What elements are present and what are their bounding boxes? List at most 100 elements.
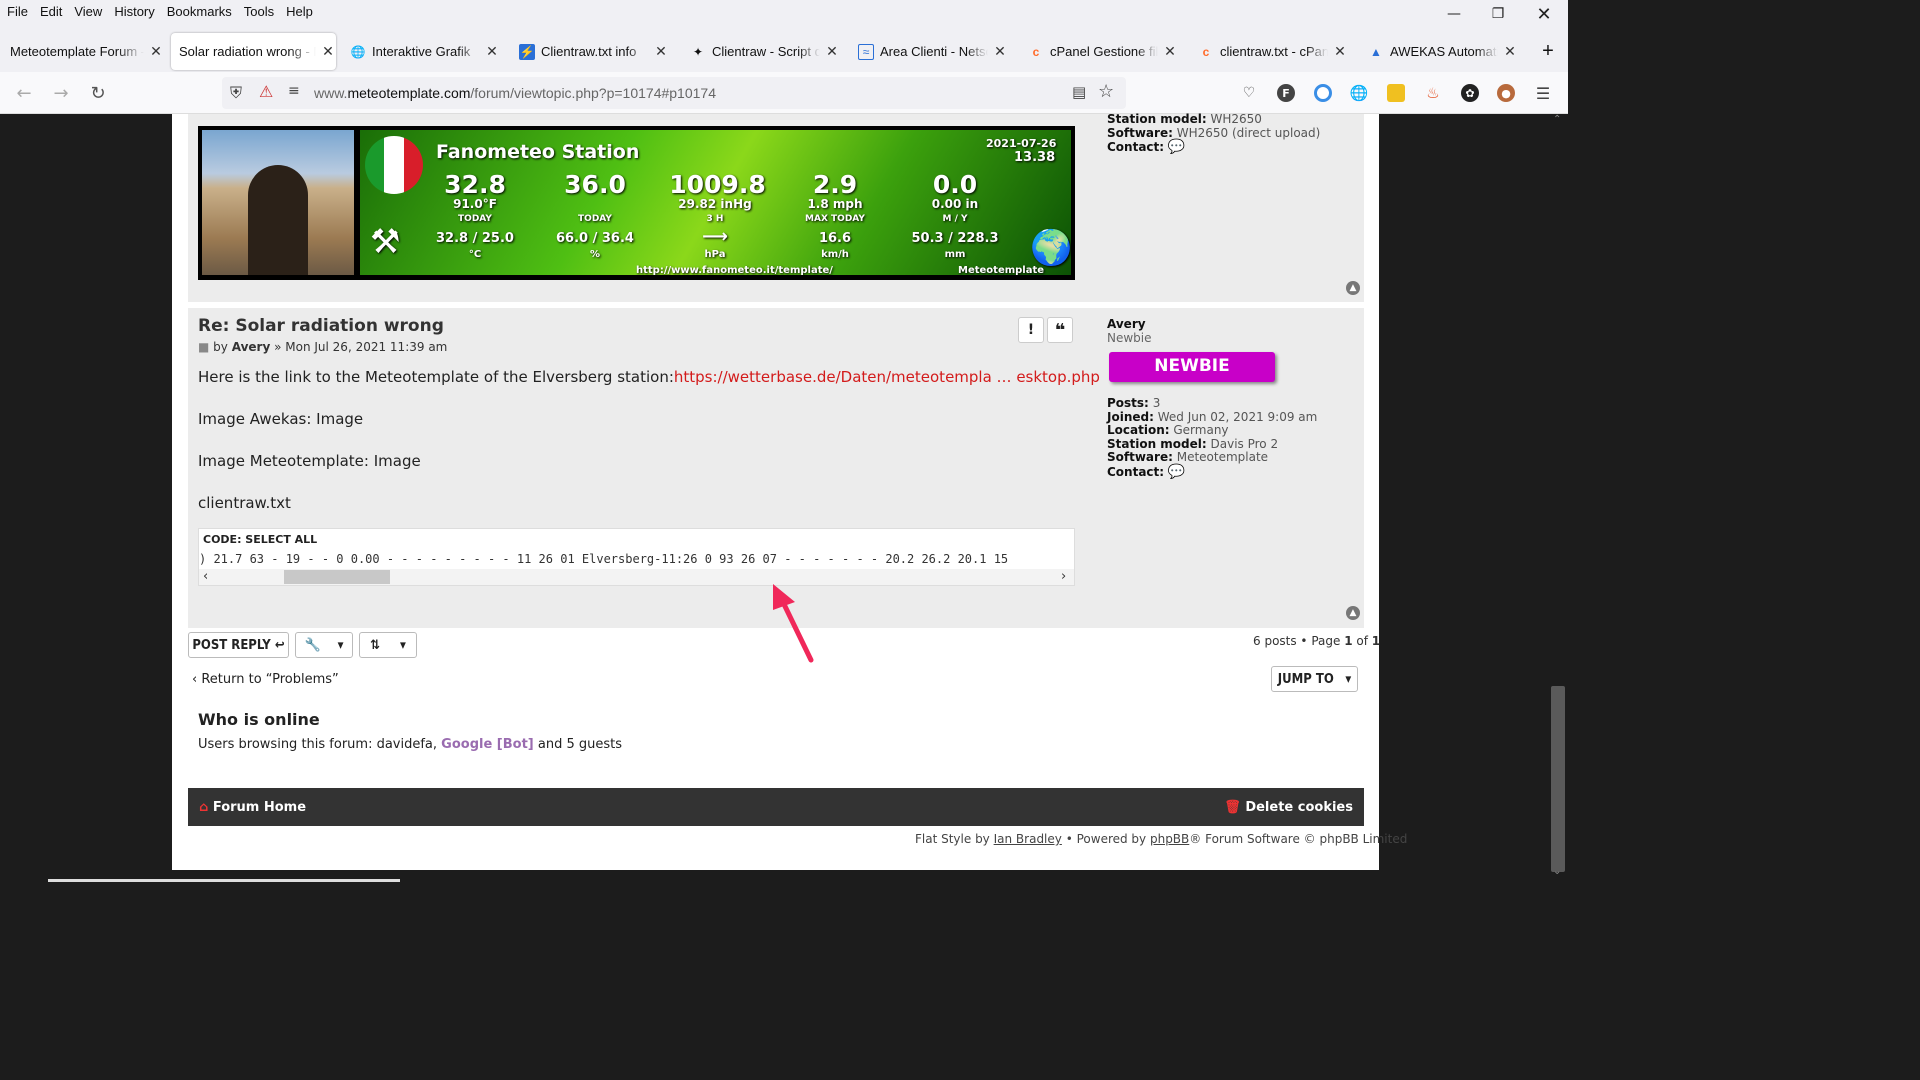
tab-close-icon[interactable]: ✕ [320,43,336,60]
extension-globe-icon[interactable]: 🌐 [1350,84,1369,102]
code-scroll-thumb[interactable] [284,570,390,584]
tab-clientraw-script[interactable]: ✦ Clientraw - Script de ✕ [684,33,840,70]
menu-edit[interactable]: Edit [35,4,67,19]
back-icon[interactable]: ← [12,81,36,105]
restore-icon[interactable]: ❐ [1476,0,1520,28]
banner-rain-my: 50.3 / 228.3 [911,231,999,246]
profile-posts[interactable]: 3 [1153,396,1161,410]
post-icon[interactable]: ■ [198,340,209,354]
banner-time: 13.38 [1014,150,1056,165]
shield-icon[interactable]: ⛨ [230,83,242,103]
profile-name[interactable]: Avery [1107,317,1152,332]
tab-meteotemplate-forum[interactable]: Meteotemplate Forum - ✕ [4,33,164,70]
post-author[interactable]: Avery [232,340,271,354]
bot-user-link[interactable]: Google [Bot] [441,737,534,752]
bookmark-star-icon[interactable]: ☆ [1098,81,1114,102]
pocket-icon[interactable]: ♡ [1240,84,1258,102]
tab-solar-radiation-wrong[interactable]: Solar radiation wrong - M ✕ [171,33,336,70]
tab-close-icon[interactable]: ✕ [992,43,1008,60]
report-button[interactable]: ! [1018,317,1044,343]
credits: Flat Style by Ian Bradley • Powered by p… [915,832,1408,846]
reader-mode-icon[interactable]: ▤ [1072,83,1086,101]
extension-cookie-icon[interactable]: ● [1497,84,1515,102]
app-menu-icon[interactable]: ☰ [1534,84,1552,103]
reload-icon[interactable]: ↻ [86,81,110,105]
tab-area-clienti[interactable]: ≈ Area Clienti - Netson ✕ [852,33,1008,70]
contact-icon[interactable]: 💬 [1168,464,1185,480]
post-meta: ■ by Avery » Mon Jul 26, 2021 11:39 am [198,340,448,354]
sort-dropdown[interactable]: ⇅ ▾ [359,632,417,658]
weather-station-icon: ⚒ [370,222,401,262]
tab-close-icon[interactable]: ✕ [824,43,840,60]
tab-awekas[interactable]: ▲ AWEKAS Automatic ✕ [1362,33,1518,70]
menu-history[interactable]: History [109,4,159,19]
tab-close-icon[interactable]: ✕ [1502,43,1518,60]
extension-flame-icon[interactable]: ♨ [1424,84,1442,102]
banner-pressure-label: 3 H [706,214,724,224]
meteotemplate-image[interactable]: Image [374,452,421,470]
globe-icon: 🌐 [350,44,366,59]
tools-dropdown[interactable]: 🔧 ▾ [295,632,353,658]
back-to-top-icon[interactable]: ▲ [1346,281,1360,295]
menu-file[interactable]: File [2,4,33,19]
site-settings-icon[interactable]: ≡ [288,83,300,99]
back-to-top-icon[interactable]: ▲ [1346,606,1360,620]
permissions-icon[interactable]: ⚠ [259,82,273,101]
post-link[interactable]: https://wetterbase.de/Daten/meteotempla … [674,368,1100,386]
page-scroll-thumb[interactable] [1551,686,1565,872]
tab-close-icon[interactable]: ✕ [1332,43,1348,60]
quote-button[interactable]: ❝ [1047,317,1073,343]
banner-temp-f: 91.0°F [453,197,497,211]
banner-wind: 2.9 [812,170,858,199]
tab-cpanel-gestione[interactable]: c cPanel Gestione file ✕ [1022,33,1178,70]
post-reply-button[interactable]: POST REPLY ↩ [188,632,289,658]
extension-ring-icon[interactable] [1314,84,1332,102]
scroll-down-icon[interactable]: ⌄ [1553,866,1561,877]
banner-temp-range: 32.8 / 25.0 [436,231,514,246]
new-tab-icon[interactable]: + [1536,33,1560,70]
banner-station-name: Fanometeo Station [436,141,640,163]
home-icon: ⌂ [199,799,209,815]
menu-view[interactable]: View [69,4,107,19]
scroll-up-icon[interactable]: ⌃ [1553,114,1561,125]
footer-bar: ⌂ Forum Home 🗑 Delete cookies [188,788,1364,826]
awekas-icon: ▲ [1370,44,1382,59]
post-title[interactable]: Re: Solar radiation wrong [198,316,444,336]
tab-interaktive-grafik[interactable]: 🌐 Interaktive Grafik ✕ [344,33,500,70]
forum-home-link[interactable]: ⌂ Forum Home [199,800,306,815]
jump-to-button[interactable]: JUMP TO ▾ [1271,666,1358,692]
extension-note-icon[interactable] [1387,84,1405,102]
awekas-image[interactable]: Image [316,410,363,428]
caret-down-icon: ▾ [337,637,344,653]
address-bar[interactable]: ⛨ ⚠ ≡ www.meteotemplate.com/forum/viewto… [222,77,1126,109]
minimize-icon[interactable]: — [1432,0,1476,28]
profile-f-icon[interactable]: F [1277,84,1295,102]
tab-clientraw-info[interactable]: ⚡ Clientraw.txt info ✕ [513,33,669,70]
code-content[interactable]: ) 21.7 63 - 19 - - 0 0.00 - - - - - - - … [199,552,1074,566]
tab-close-icon[interactable]: ✕ [1162,43,1178,60]
extension-dark-icon[interactable]: ✿ [1461,84,1479,102]
tab-close-icon[interactable]: ✕ [148,43,164,60]
menu-help[interactable]: Help [281,4,318,19]
banner-wind-label: MAX TODAY [805,214,865,224]
code-select-all[interactable]: CODE: SELECT ALL [203,533,317,546]
delete-cookies-link[interactable]: 🗑 Delete cookies [1224,800,1353,815]
forward-icon[interactable]: → [49,81,73,105]
menu-bookmarks[interactable]: Bookmarks [162,4,237,19]
contact-icon[interactable]: 💬 [1168,139,1185,155]
post-body-line2: Image Awekas: Image [198,410,364,428]
tab-clientraw-cpanel[interactable]: c clientraw.txt - cPanel ✕ [1192,33,1348,70]
return-link[interactable]: ‹ Return to “Problems” [192,672,339,687]
menu-tools[interactable]: Tools [239,4,279,19]
tab-close-icon[interactable]: ✕ [484,43,500,60]
banner-humidity-label: TODAY [578,214,612,224]
url-text[interactable]: www.meteotemplate.com/forum/viewtopic.ph… [314,85,716,101]
phpbb-link[interactable]: phpBB [1150,832,1189,846]
annotation-arrow [773,584,814,663]
scroll-left-icon[interactable]: ‹ [203,569,208,584]
close-window-icon[interactable]: ✕ [1522,0,1566,28]
scroll-right-icon[interactable]: › [1061,569,1066,584]
tab-close-icon[interactable]: ✕ [653,43,669,60]
navigation-bar: ← → ↻ ⛨ ⚠ ≡ www.meteotemplate.com/forum/… [0,72,1568,114]
author-credit-link[interactable]: Ian Bradley [994,832,1062,846]
